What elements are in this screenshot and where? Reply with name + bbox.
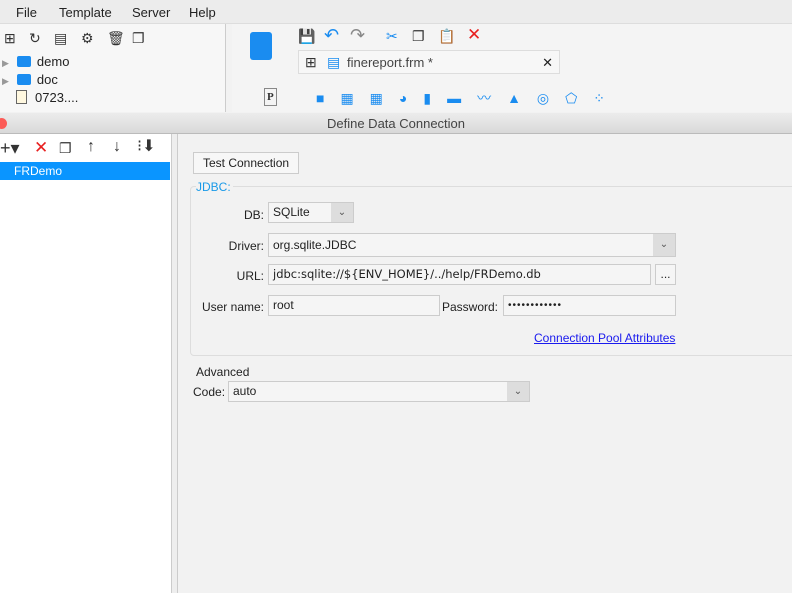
move-up-icon[interactable]: ↑ [87, 139, 95, 155]
copy-icon[interactable]: ❐ [412, 28, 425, 44]
db-value: SQLite [273, 205, 310, 219]
grid-add-icon[interactable]: ⊞ [305, 54, 317, 70]
connection-item[interactable]: FRDemo [0, 162, 170, 180]
settings-icon[interactable]: ⚙ [81, 30, 94, 46]
menu-help[interactable]: Help [189, 5, 216, 20]
form-icon: ▤ [327, 54, 341, 70]
url-input[interactable]: jdbc:sqlite://${ENV_HOME}/../help/FRDemo… [268, 264, 651, 285]
chevron-down-icon: ⌄ [653, 234, 675, 256]
delete-icon[interactable]: 🗑 [107, 30, 125, 46]
paste-icon[interactable]: 📋 [438, 28, 455, 44]
template-tree-panel: ⊞ ↻ ▤ ⚙ 🗑 ❐ ▶ demo ▶ doc 0723.... [0, 24, 226, 112]
chart-widget-icons[interactable]: ■▦▦◕▮▬〰▲◎⬠⁘ [316, 88, 646, 106]
tab-finereport[interactable]: ⊞ ▤ finereport.frm * ✕ [298, 50, 560, 74]
dataset-icon[interactable] [250, 32, 272, 60]
sort-icon[interactable]: ⁝⬇ [137, 139, 156, 155]
close-window-icon[interactable] [0, 118, 7, 129]
cut-icon[interactable]: ✂ [386, 28, 398, 44]
tab-label: finereport.frm * [347, 55, 433, 70]
folder-icon [16, 56, 31, 67]
undo-icon[interactable]: ↶ [324, 26, 339, 44]
move-down-icon[interactable]: ↓ [113, 139, 121, 155]
tree-item[interactable]: ▶ demo [2, 54, 69, 69]
menu-server[interactable]: Server [132, 5, 170, 20]
url-label: URL: [236, 269, 264, 283]
username-input[interactable]: root [268, 295, 440, 316]
folder-icon [16, 74, 31, 85]
username-label: User name: [201, 300, 264, 314]
tree-item-label: demo [36, 54, 70, 69]
chevron-down-icon: ⌄ [331, 203, 353, 222]
menu-template[interactable]: Template [59, 5, 112, 20]
save-icon[interactable]: 💾 [298, 28, 315, 44]
delete-icon[interactable]: ✕ [467, 26, 481, 43]
close-icon[interactable]: ✕ [542, 55, 553, 71]
menu-file[interactable]: File [16, 5, 37, 20]
test-connection-button[interactable]: Test Connection [193, 152, 300, 174]
new-folder-icon[interactable]: ⊞ [4, 30, 16, 46]
db-label: DB: [243, 208, 264, 222]
tree-item[interactable]: 0723.... [16, 90, 78, 105]
delete-icon[interactable]: ✕ [34, 139, 48, 156]
code-value: auto [233, 384, 257, 398]
copy-icon[interactable]: ❐ [132, 30, 145, 46]
code-label: Code: [193, 385, 226, 399]
redo-icon[interactable]: ↷ [350, 26, 365, 44]
password-label: Password: [441, 300, 498, 314]
connection-pool-link[interactable]: Connection Pool Attributes [534, 331, 675, 345]
tree-item-label: 0723.... [35, 90, 79, 105]
connection-label: FRDemo [14, 164, 63, 178]
connection-list-panel: +▾ ✕ ❐ ↑ ↓ ⁝⬇ [0, 134, 172, 593]
driver-label: Driver: [228, 239, 264, 253]
url-browse-button[interactable]: ... [655, 264, 676, 285]
copy-icon[interactable]: ❐ [59, 140, 72, 156]
password-input[interactable]: •••••••••••• [503, 295, 676, 316]
file-icon [16, 90, 27, 104]
refresh-icon[interactable]: ↻ [29, 30, 41, 46]
jdbc-legend: JDBC: [196, 180, 233, 194]
advanced-label: Advanced [196, 365, 250, 379]
driver-select[interactable]: org.sqlite.JDBC ⌄ [268, 233, 676, 257]
add-icon[interactable]: +▾ [0, 139, 20, 157]
open-icon[interactable]: ▤ [54, 30, 67, 46]
dialog-title: Define Data Connection [326, 116, 466, 131]
parameter-icon[interactable]: P [264, 88, 277, 106]
chevron-down-icon: ⌄ [507, 382, 529, 401]
code-select[interactable]: auto ⌄ [228, 381, 530, 402]
tree-item-label: doc [36, 72, 58, 87]
menu-bar: File Template Server Help [0, 0, 792, 24]
dialog-title-bar: Define Data Connection [0, 113, 792, 134]
db-select[interactable]: SQLite ⌄ [268, 202, 354, 223]
tree-item[interactable]: ▶ doc [2, 72, 58, 87]
driver-value: org.sqlite.JDBC [273, 238, 357, 252]
